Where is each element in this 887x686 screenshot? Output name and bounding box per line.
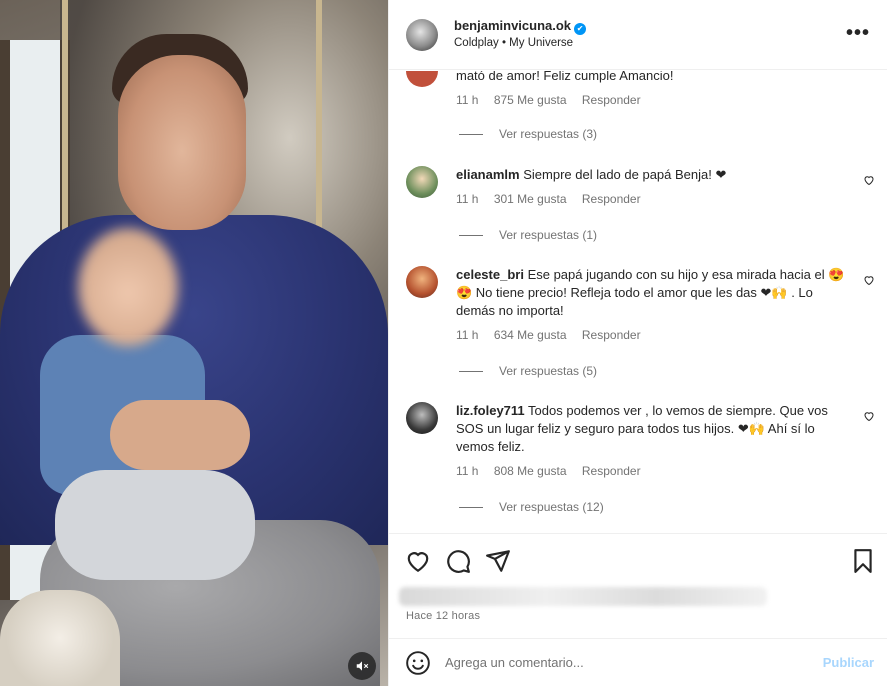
view-replies-label: Ver respuestas (3): [499, 127, 598, 141]
reply-button[interactable]: Responder: [582, 328, 641, 342]
view-replies-button[interactable]: Ver respuestas (1): [459, 228, 597, 242]
commenter-avatar[interactable]: [406, 402, 438, 434]
fur-rug: [0, 590, 120, 686]
divider: [459, 133, 483, 135]
post-actions-bar: [389, 533, 887, 585]
view-replies-button[interactable]: Ver respuestas (12): [459, 500, 604, 514]
publish-button[interactable]: Publicar: [823, 655, 874, 670]
comment-meta: 11 h 808 Me gusta Responder: [456, 464, 653, 478]
comment-text: mató de amor! Feliz cumple Amancio!: [456, 71, 674, 83]
comments-list: mató de amor! Feliz cumple Amancio! 11 h…: [389, 71, 887, 533]
commenter-avatar[interactable]: [406, 266, 438, 298]
comment-meta: 11 h 634 Me gusta Responder: [456, 328, 653, 342]
speaker-muted-icon: [356, 661, 369, 671]
like-comment-heart-icon[interactable]: [863, 410, 875, 422]
comment-body: liz.foley711 Todos podemos ver , lo vemo…: [456, 402, 851, 456]
reply-button[interactable]: Responder: [582, 464, 641, 478]
comment-body: elianamlm Siempre del lado de papá Benja…: [456, 166, 851, 184]
author-avatar[interactable]: [406, 18, 438, 51]
commenter-username[interactable]: celeste_bri: [456, 267, 524, 282]
comment-time: 11 h: [456, 192, 479, 206]
comment-bubble-icon[interactable]: [445, 548, 471, 574]
reply-button[interactable]: Responder: [582, 93, 641, 107]
view-replies-label: Ver respuestas (1): [499, 228, 598, 242]
man-face: [118, 55, 246, 230]
author-meta: benjaminvicuna.ok ✔ Coldplay • My Univers…: [454, 17, 587, 52]
comment-time: 11 h: [456, 328, 479, 342]
comment-likes[interactable]: 301 Me gusta: [494, 192, 567, 206]
commenter-avatar[interactable]: [406, 166, 438, 198]
comment-likes[interactable]: 634 Me gusta: [494, 328, 567, 342]
comment-body: celeste_bri Ese papá jugando con su hijo…: [456, 266, 851, 320]
man-hands: [110, 400, 250, 470]
like-heart-icon[interactable]: [405, 548, 431, 574]
post-timestamp[interactable]: Hace 12 horas: [406, 610, 480, 622]
view-replies-label: Ver respuestas (5): [499, 364, 598, 378]
commenter-username[interactable]: elianamlm: [456, 167, 520, 182]
reply-button[interactable]: Responder: [582, 192, 641, 206]
commenter-username[interactable]: liz.foley711: [456, 403, 525, 418]
view-replies-button[interactable]: Ver respuestas (5): [459, 364, 597, 378]
audio-track[interactable]: Coldplay • My Universe: [454, 35, 586, 52]
verified-badge-icon: ✔: [574, 23, 587, 35]
author-username[interactable]: benjaminvicuna.ok: [454, 18, 571, 33]
add-comment-bar: Agrega un comentario... Publicar: [389, 638, 887, 686]
view-replies-button[interactable]: Ver respuestas (3): [459, 127, 597, 141]
view-replies-label: Ver respuestas (12): [499, 500, 604, 514]
share-send-icon[interactable]: [485, 548, 511, 574]
divider: [459, 506, 483, 508]
save-bookmark-icon[interactable]: [850, 548, 876, 574]
divider: [459, 370, 483, 372]
comment-time: 11 h: [456, 93, 479, 107]
comment-likes[interactable]: 875 Me gusta: [494, 93, 567, 107]
comment-meta: 11 h 301 Me gusta Responder: [456, 192, 653, 206]
post-header: benjaminvicuna.ok ✔ Coldplay • My Univers…: [389, 0, 887, 70]
divider: [459, 234, 483, 236]
baby-pants: [55, 470, 255, 580]
emoji-picker-icon[interactable]: [405, 650, 431, 676]
comment-time: 11 h: [456, 464, 479, 478]
commenter-avatar[interactable]: [406, 71, 438, 87]
post-sidebar: benjaminvicuna.ok ✔ Coldplay • My Univers…: [388, 0, 887, 686]
more-options-icon[interactable]: •••: [846, 22, 870, 45]
likes-count-blurred: [399, 587, 767, 606]
like-comment-heart-icon[interactable]: [863, 274, 875, 286]
comment-text: Siempre del lado de papá Benja! ❤: [523, 167, 727, 182]
comment-meta: 11 h 875 Me gusta Responder: [456, 93, 653, 107]
comment-likes[interactable]: 808 Me gusta: [494, 464, 567, 478]
baby-face-blurred: [78, 228, 178, 346]
post-photo[interactable]: [0, 0, 388, 686]
swing-rope-right: [316, 0, 322, 230]
comment-input[interactable]: Agrega un comentario...: [445, 655, 823, 670]
like-comment-heart-icon[interactable]: [863, 174, 875, 186]
mute-button[interactable]: [348, 652, 376, 680]
